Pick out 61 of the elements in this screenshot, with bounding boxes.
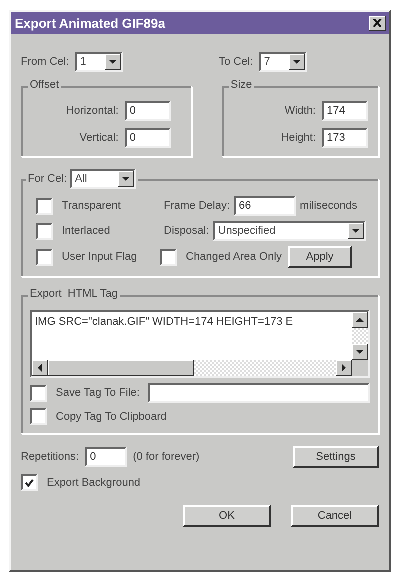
checkbox[interactable]: [30, 384, 47, 402]
checkbox-label: Save Tag To File:: [56, 387, 140, 399]
checkbox[interactable]: [21, 474, 38, 491]
scrollbar-corner: [352, 360, 368, 376]
group-title: Size: [228, 79, 254, 91]
checkbox[interactable]: [36, 222, 53, 240]
html-tag-text: IMG SRC="clanak.GIF" WIDTH=174 HEIGHT=173 E: [34, 315, 294, 330]
checkbox[interactable]: [36, 198, 53, 214]
field-label: From Cel:: [21, 56, 70, 68]
down-arrow-icon: [109, 60, 118, 64]
number-field[interactable]: 173: [322, 128, 368, 148]
checkbox-label: User Input Flag: [62, 251, 138, 263]
checkbox-label: Changed Area Only: [186, 251, 282, 263]
checkbox[interactable]: [30, 408, 47, 425]
horizontal-scrollbar[interactable]: [32, 360, 352, 376]
checkbox[interactable]: [160, 248, 177, 266]
checkbox[interactable]: [36, 248, 53, 266]
from-cel-dropdown[interactable]: 1: [75, 52, 124, 72]
field-label: Horizontal:: [66, 105, 119, 117]
cancel-button[interactable]: Cancel: [291, 505, 379, 527]
field-label: Repetitions:: [21, 451, 80, 463]
group-title: For Cel:: [28, 173, 68, 185]
field-label: To Cel:: [219, 56, 254, 68]
checkbox-label: Export Background: [47, 476, 141, 488]
file-name-field[interactable]: [148, 383, 370, 403]
vertical-scrollbar[interactable]: [352, 312, 368, 360]
ok-button[interactable]: OK: [183, 505, 271, 527]
repetitions-field[interactable]: 0: [85, 447, 128, 467]
close-icon: [373, 19, 382, 27]
window-title: Export Animated GIF89a: [15, 16, 166, 30]
frame-delay-field[interactable]: 66: [234, 196, 296, 216]
field-label: Disposal:: [164, 225, 210, 237]
checkbox-label: Transparent: [62, 200, 121, 212]
number-field[interactable]: 174: [322, 101, 368, 121]
down-arrow-icon: [293, 60, 302, 64]
right-arrow-icon: [342, 364, 346, 372]
checkbox-label: Interlaced: [62, 225, 110, 237]
to-cel-dropdown[interactable]: 7: [259, 52, 308, 72]
close-button[interactable]: [369, 16, 386, 30]
number-field[interactable]: 0: [124, 128, 171, 148]
field-label: Width:: [284, 105, 316, 117]
number-field[interactable]: 0: [124, 101, 171, 121]
hint-text: (0 for forever): [133, 451, 200, 463]
up-arrow-icon: [356, 318, 364, 322]
settings-button[interactable]: Settings: [293, 446, 379, 468]
group-title: Offset: [28, 79, 62, 91]
field-label: Vertical:: [80, 132, 119, 144]
html-tag-text-area[interactable]: IMG SRC="clanak.GIF" WIDTH=174 HEIGHT=173 E: [30, 310, 370, 378]
down-arrow-icon: [352, 229, 360, 233]
field-label: Height:: [281, 132, 316, 144]
down-arrow-icon: [356, 350, 364, 354]
for-cel-dropdown[interactable]: All: [70, 169, 136, 189]
unit-label: miliseconds: [300, 200, 358, 212]
left-arrow-icon: [38, 364, 42, 372]
apply-button[interactable]: Apply: [288, 246, 352, 268]
checkbox-label: Copy Tag To Clipboard: [56, 410, 167, 422]
down-arrow-icon: [122, 177, 130, 181]
disposal-dropdown[interactable]: Unspecified: [213, 221, 366, 241]
group-title: Export HTML Tag: [28, 288, 120, 300]
check-mark-icon: [25, 478, 34, 486]
field-label: Frame Delay:: [164, 200, 230, 212]
